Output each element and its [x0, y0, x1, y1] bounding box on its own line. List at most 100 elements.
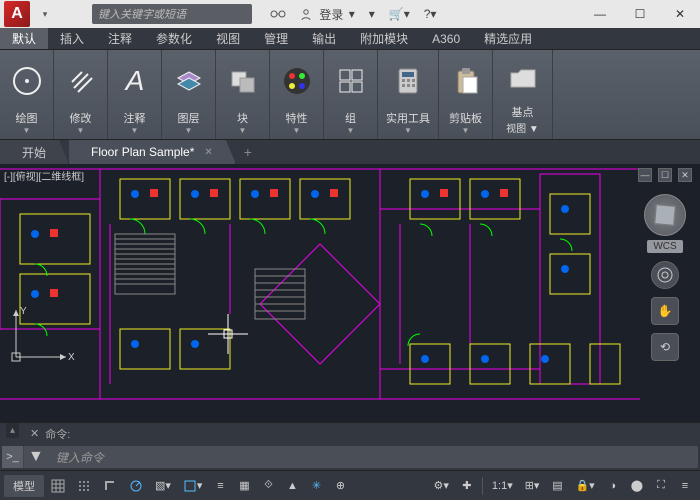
ribbon-tab-manage[interactable]: 管理 — [252, 28, 300, 49]
panel-clipboard[interactable]: 剪贴板▼ — [439, 50, 493, 139]
cycling-icon[interactable]: ⟐ — [257, 475, 279, 497]
close-tab-icon[interactable]: ✕ — [204, 147, 212, 158]
customize-status-icon[interactable]: ≡ — [674, 475, 696, 497]
document-tabs: 开始 Floor Plan Sample*✕ + — [0, 140, 700, 164]
viewport-window-controls: — ☐ ✕ — [638, 168, 692, 182]
svg-text:A: A — [123, 65, 144, 96]
cart-icon[interactable]: 🛒▾ — [389, 7, 410, 21]
ribbon-tab-a360[interactable]: A360 — [420, 28, 472, 49]
orbit-icon[interactable]: ⟲ — [651, 333, 679, 361]
lock-ui-icon[interactable]: 🔒▾ — [570, 475, 599, 497]
pan-icon[interactable]: ✋ — [651, 297, 679, 325]
annoscale-icon[interactable]: ▲ — [281, 475, 303, 497]
panel-block[interactable]: 块▼ — [216, 50, 270, 139]
layers-icon — [172, 54, 206, 108]
infocenter: 登录 ▾ ▾ 🛒▾ ?▾ — [270, 6, 436, 23]
viewcube[interactable] — [644, 194, 686, 236]
exchange-icon[interactable]: ▾ — [369, 7, 375, 21]
panel-layers[interactable]: 图层▼ — [162, 50, 216, 139]
search-input[interactable]: 键入关键字或短语 — [92, 4, 252, 24]
modify-icon — [64, 54, 98, 108]
circle-icon — [10, 54, 44, 108]
app-menu-button[interactable]: A — [4, 1, 30, 27]
ucs-icon: X Y — [6, 302, 76, 372]
maximize-button[interactable]: ☐ — [620, 0, 660, 28]
units-icon[interactable]: ⊞▾ — [520, 475, 545, 497]
lineweight-icon[interactable]: ≡ — [209, 475, 231, 497]
quick-access-toolbar: ▾ — [38, 7, 52, 21]
search-placeholder: 键入关键字或短语 — [98, 6, 186, 22]
ribbon-tab-parametric[interactable]: 参数化 — [144, 28, 204, 49]
window-controls: — ☐ ✕ — [580, 0, 700, 28]
scale-list-button[interactable]: 1:1▾ — [487, 475, 518, 497]
help-icon[interactable]: ?▾ — [424, 7, 437, 21]
clipboard-icon — [449, 54, 483, 108]
ribbon-tab-output[interactable]: 输出 — [300, 28, 348, 49]
panel-groups[interactable]: 组▼ — [324, 50, 378, 139]
grid-toggle-icon[interactable] — [46, 475, 70, 497]
floor-plan-drawing — [0, 164, 700, 422]
ribbon-tab-view[interactable]: 视图 — [204, 28, 252, 49]
doc-tab-start[interactable]: 开始 — [0, 140, 69, 164]
isolate-icon[interactable]: ◑ — [602, 475, 624, 497]
ortho-toggle-icon[interactable] — [98, 475, 122, 497]
doc-tab-floorplan[interactable]: Floor Plan Sample*✕ — [69, 140, 236, 164]
panel-annotation[interactable]: A 注释▼ — [108, 50, 162, 139]
osnap-toggle-icon[interactable]: ▾ — [178, 475, 208, 497]
command-prompt-icon[interactable]: >_ — [2, 446, 24, 468]
ribbon-tab-insert[interactable]: 插入 — [48, 28, 96, 49]
text-icon: A — [118, 54, 152, 108]
folder-icon — [506, 54, 540, 102]
close-button[interactable]: ✕ — [660, 0, 700, 28]
palette-icon — [280, 54, 314, 108]
ribbon-tabs: 默认 插入 注释 参数化 视图 管理 输出 附加模块 A360 精选应用 — [0, 28, 700, 50]
polar-toggle-icon[interactable] — [124, 475, 148, 497]
titlebar: A ▾ 键入关键字或短语 登录 ▾ ▾ 🛒▾ ?▾ — ☐ ✕ — [0, 0, 700, 28]
panel-draw[interactable]: 绘图▼ — [0, 50, 54, 139]
command-area: ▴ ✕ 命令: >_ ▼ 键入命令 — [0, 422, 700, 470]
isodraft-icon[interactable]: ▧▾ — [150, 475, 176, 497]
vp-close-icon[interactable]: ✕ — [678, 168, 692, 182]
svg-text:X: X — [68, 352, 75, 363]
viewport-label[interactable]: [-][俯视][二维线框] — [4, 168, 84, 183]
signin-button[interactable]: 登录 ▾ — [300, 6, 355, 23]
svg-text:Y: Y — [20, 306, 27, 317]
hardware-accel-icon[interactable]: ⬤ — [626, 475, 648, 497]
qat-dropdown-icon[interactable]: ▾ — [38, 7, 52, 21]
steering-wheel-icon[interactable] — [651, 261, 679, 289]
cleanscreen-icon[interactable]: ⛶ — [650, 475, 672, 497]
cmd-history-prefix: ✕ — [30, 427, 39, 440]
workspace-icon[interactable]: ⚙▾ — [429, 475, 454, 497]
quickprops-icon[interactable]: ▤ — [546, 475, 568, 497]
ribbon-tab-annotate[interactable]: 注释 — [96, 28, 144, 49]
annoscale-add-icon[interactable]: ⊕ — [329, 475, 351, 497]
panel-base[interactable]: 基点 视图 ▼ — [493, 50, 553, 139]
statusbar: 模型 ▧▾ ▾ ≡ ▦ ⟐ ▲ ✳ ⊕ ⚙▾ ✚ 1:1▾ ⊞▾ ▤ 🔒▾ ◑ … — [0, 470, 700, 500]
anno-monitor-icon[interactable]: ✚ — [456, 475, 478, 497]
panel-properties[interactable]: 特性▼ — [270, 50, 324, 139]
group-icon — [334, 54, 368, 108]
binoculars-icon[interactable] — [270, 8, 286, 20]
block-icon — [226, 54, 260, 108]
ribbon-tab-default[interactable]: 默认 — [0, 28, 48, 49]
calculator-icon — [391, 54, 425, 108]
ribbon-tab-addins[interactable]: 附加模块 — [348, 28, 420, 49]
cmd-history-toggle-icon[interactable]: ▴ — [6, 423, 19, 438]
transparency-icon[interactable]: ▦ — [233, 475, 255, 497]
new-tab-button[interactable]: + — [236, 140, 260, 164]
wcs-badge[interactable]: WCS — [647, 240, 682, 253]
minimize-button[interactable]: — — [580, 0, 620, 28]
panel-modify[interactable]: 修改▼ — [54, 50, 108, 139]
vp-maximize-icon[interactable]: ☐ — [658, 168, 672, 182]
vp-minimize-icon[interactable]: — — [638, 168, 652, 182]
cmd-history-label: 命令: — [45, 426, 70, 442]
annoscale-auto-icon[interactable]: ✳ — [305, 475, 327, 497]
command-history: ✕ 命令: — [0, 423, 700, 444]
ribbon-tab-featured[interactable]: 精选应用 — [472, 28, 544, 49]
command-input[interactable]: 键入命令 — [48, 449, 698, 466]
ribbon-panels: 绘图▼ 修改▼ A 注释▼ 图层▼ 块▼ 特性▼ 组▼ 实用工具▼ 剪贴板▼ 基… — [0, 50, 700, 140]
model-space-button[interactable]: 模型 — [4, 475, 44, 497]
snap-toggle-icon[interactable] — [72, 475, 96, 497]
panel-utilities[interactable]: 实用工具▼ — [378, 50, 439, 139]
drawing-viewport[interactable]: [-][俯视][二维线框] — ☐ ✕ WCS ✋ ⟲ X Y — [0, 164, 700, 422]
